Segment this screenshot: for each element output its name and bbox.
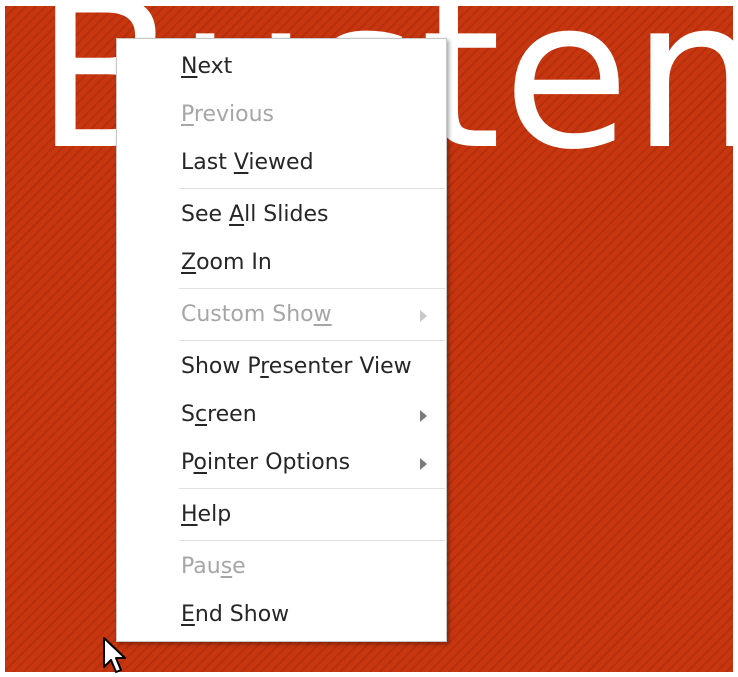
menu-item-label: Screen xyxy=(181,402,257,427)
chevron-right-icon xyxy=(420,310,427,322)
menu-item-pointer-options[interactable]: Pointer Options xyxy=(117,441,446,485)
menu-item-label: Pause xyxy=(181,554,246,579)
menu-separator xyxy=(179,540,445,541)
menu-item-end-show[interactable]: End Show xyxy=(117,593,446,637)
menu-item-label: Custom Show xyxy=(181,302,332,327)
menu-item-label: Previous xyxy=(181,102,274,127)
menu-item-label: Help xyxy=(181,502,232,527)
menu-separator xyxy=(179,288,445,289)
menu-item-label: End Show xyxy=(181,602,290,627)
menu-item-pause[interactable]: Pause xyxy=(117,545,446,589)
menu-item-label: Zoom In xyxy=(181,250,272,275)
menu-item-zoom-in[interactable]: Zoom In xyxy=(117,241,446,285)
chevron-right-icon xyxy=(420,458,427,470)
menu-separator xyxy=(179,188,445,189)
menu-item-label: Next xyxy=(181,54,233,79)
screen: Busten Next Previous Last Viewed See All… xyxy=(0,0,738,677)
menu-item-label: Pointer Options xyxy=(181,450,351,475)
mouse-pointer-icon xyxy=(103,637,126,673)
menu-item-last-viewed[interactable]: Last Viewed xyxy=(117,141,446,185)
menu-item-show-presenter-view[interactable]: Show Presenter View xyxy=(117,345,446,389)
menu-separator xyxy=(179,488,445,489)
menu-separator xyxy=(179,340,445,341)
menu-item-custom-show[interactable]: Custom Show xyxy=(117,293,446,337)
menu-item-next[interactable]: Next xyxy=(117,45,446,89)
slideshow-context-menu: Next Previous Last Viewed See All Slides… xyxy=(116,38,447,642)
menu-item-previous[interactable]: Previous xyxy=(117,93,446,137)
menu-item-screen[interactable]: Screen xyxy=(117,393,446,437)
menu-item-help[interactable]: Help xyxy=(117,493,446,537)
menu-item-label: Last Viewed xyxy=(181,150,314,175)
menu-item-label: See All Slides xyxy=(181,202,329,227)
menu-item-see-all-slides[interactable]: See All Slides xyxy=(117,193,446,237)
menu-item-label: Show Presenter View xyxy=(181,354,412,379)
chevron-right-icon xyxy=(420,410,427,422)
